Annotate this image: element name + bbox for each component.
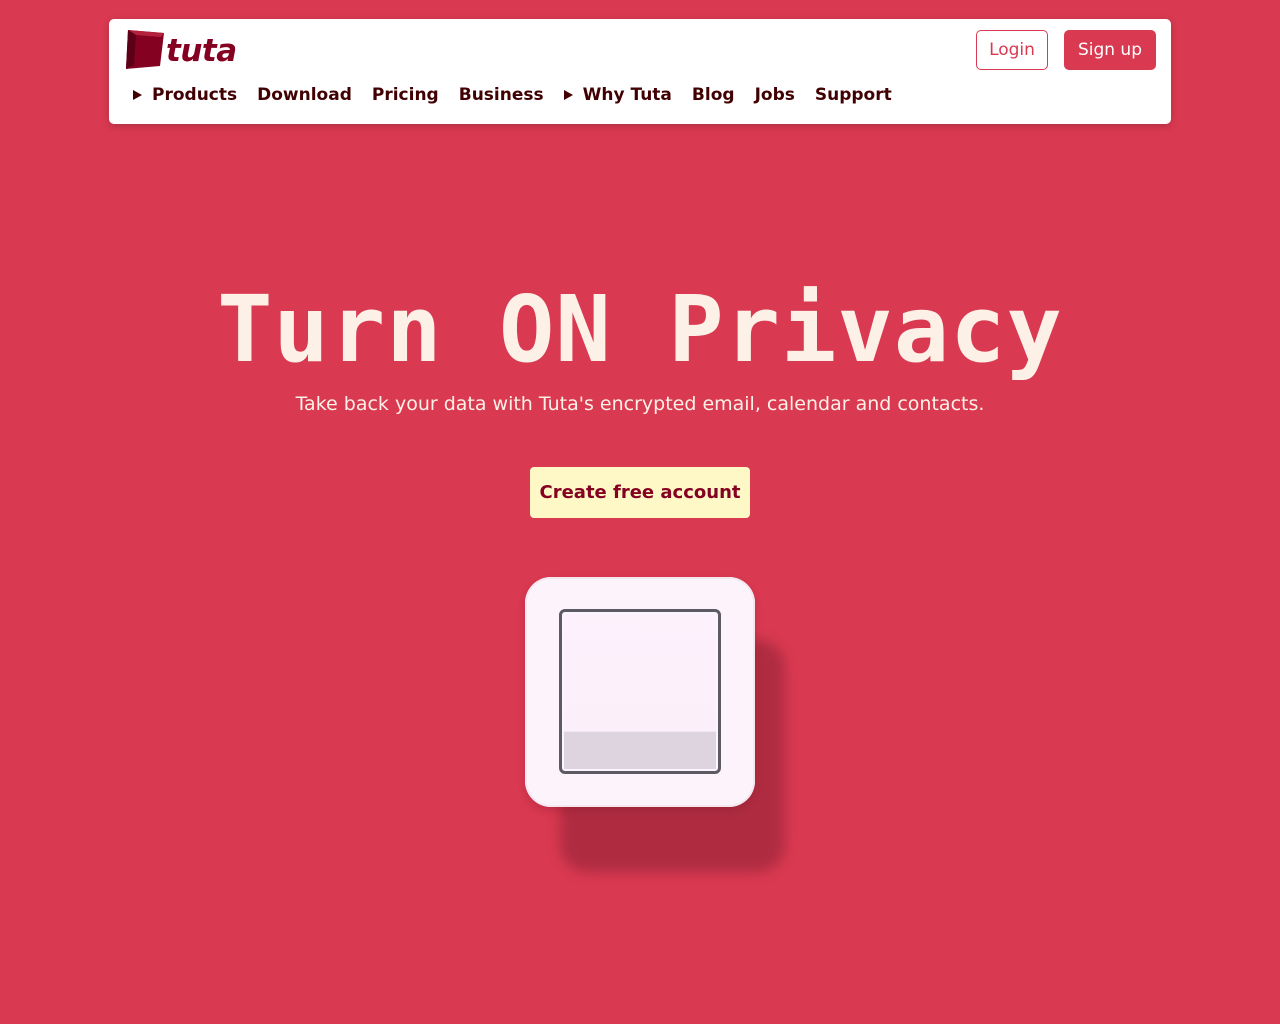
light-switch-icon[interactable]	[525, 577, 755, 807]
nav-item-label: Products	[152, 85, 238, 105]
nav-item-business[interactable]: Business	[459, 85, 544, 105]
logo[interactable]: tuta	[124, 29, 237, 73]
nav-item-products[interactable]: Products	[133, 85, 237, 105]
nav-item-label: Why Tuta	[582, 85, 672, 105]
page: tuta Login Sign up Products Download Pri…	[0, 0, 1280, 1024]
nav-item-label: Jobs	[754, 85, 795, 105]
switch-rocker[interactable]	[559, 609, 721, 774]
nav-item-pricing[interactable]: Pricing	[372, 85, 439, 105]
nav-item-label: Blog	[691, 85, 735, 105]
tuta-logo-icon	[124, 29, 164, 73]
nav-item-label: Support	[814, 85, 892, 105]
caret-right-icon	[133, 90, 142, 100]
nav-item-blog[interactable]: Blog	[692, 85, 735, 105]
hero-title: Turn ON Privacy	[217, 276, 1063, 383]
auth-buttons: Login Sign up	[976, 30, 1156, 70]
nav-item-label: Download	[257, 85, 352, 105]
create-account-button[interactable]: Create free account	[530, 467, 750, 518]
caret-right-icon	[563, 90, 573, 100]
signup-button[interactable]: Sign up	[1063, 30, 1156, 70]
login-button[interactable]: Login	[976, 30, 1048, 70]
hero-subtitle: Take back your data with Tuta's encrypte…	[295, 393, 985, 415]
site-header: tuta Login Sign up Products Download Pri…	[109, 19, 1171, 124]
nav-item-jobs[interactable]: Jobs	[755, 85, 795, 105]
nav-item-label: Pricing	[371, 85, 439, 105]
nav-item-download[interactable]: Download	[257, 85, 352, 105]
nav-item-why-tuta[interactable]: Why Tuta	[563, 85, 672, 105]
nav-item-label: Business	[458, 85, 544, 105]
nav-item-support[interactable]: Support	[815, 85, 892, 105]
logo-wordmark: tuta	[166, 33, 237, 69]
main-nav: Products Download Pricing Business Why T…	[133, 84, 912, 106]
